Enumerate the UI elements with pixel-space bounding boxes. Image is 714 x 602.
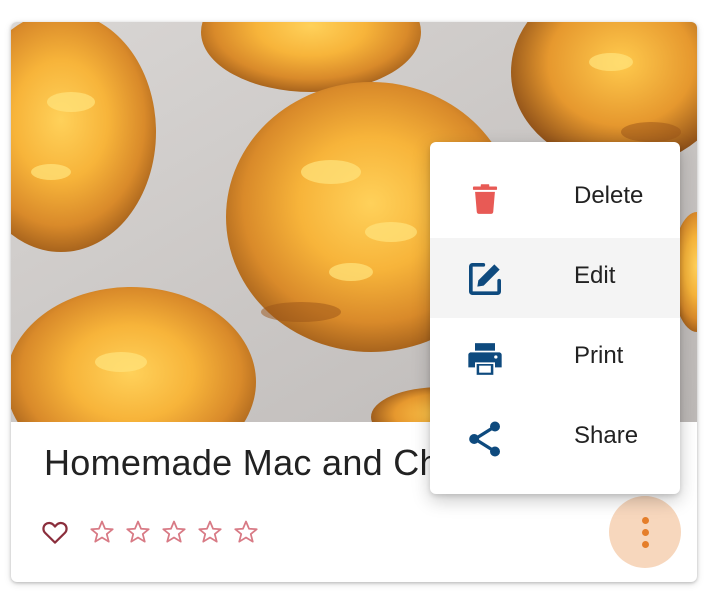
menu-item-label: Edit [574, 262, 616, 289]
share-icon [464, 418, 506, 460]
rating-star-3-icon[interactable] [160, 518, 188, 546]
favorite-heart-icon[interactable] [40, 517, 70, 547]
rating-star-1-icon[interactable] [88, 518, 116, 546]
printer-icon [464, 338, 506, 380]
more-vertical-icon-dot [641, 528, 649, 536]
rating-star-2-icon[interactable] [124, 518, 152, 546]
menu-item-edit[interactable]: Edit [430, 238, 680, 318]
menu-item-delete[interactable]: Delete [430, 158, 680, 238]
menu-item-label: Delete [574, 182, 644, 209]
trash-icon [464, 178, 506, 220]
menu-item-label: Share [574, 422, 639, 449]
menu-item-share[interactable]: Share [430, 398, 680, 478]
menu-item-label: Print [574, 342, 624, 369]
menu-item-print[interactable]: Print [430, 318, 680, 398]
more-vertical-icon-dot [641, 540, 649, 548]
more-vertical-icon [641, 516, 649, 524]
edit-icon [464, 258, 506, 300]
rating-star-4-icon[interactable] [196, 518, 224, 546]
context-menu: Delete Edit Print Share [430, 142, 680, 494]
rating-star-5-icon[interactable] [232, 518, 260, 546]
more-options-button[interactable] [609, 496, 681, 568]
rating-row [40, 514, 268, 550]
